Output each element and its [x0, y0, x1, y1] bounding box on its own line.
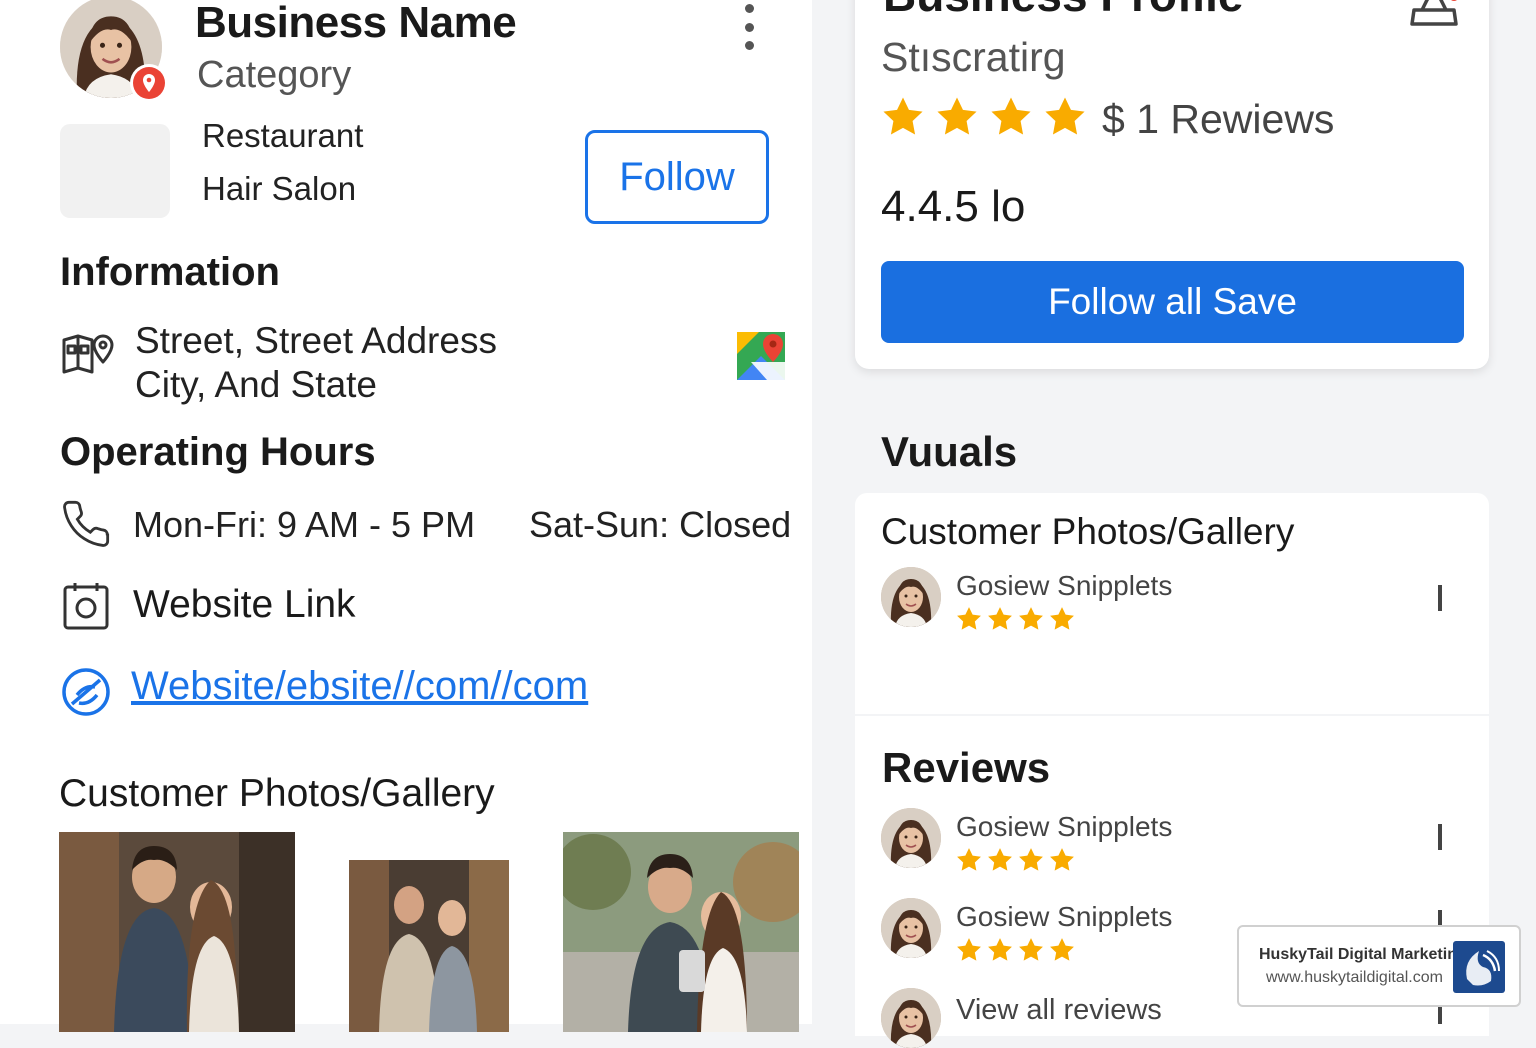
visuals-heading: Vuuals [881, 428, 1018, 475]
website-link-label: Website Link [133, 583, 356, 626]
link-icon [60, 666, 112, 718]
weekday-hours: Mon-Fri: 9 AM - 5 PM [133, 504, 476, 545]
profile-rating-stars [880, 92, 1090, 147]
reviewer-stars [955, 935, 1079, 970]
more-options-icon[interactable] [736, 4, 762, 50]
gallery-card-title: Customer Photos/Gallery [881, 511, 1295, 552]
watermark-badge: HuskyTail Digital Marketing www.huskytai… [1237, 925, 1521, 1007]
phone-icon [60, 498, 112, 550]
profile-subtitle: Stıscratirg [881, 34, 1066, 80]
watermark-url: www.huskytaildigital.com [1266, 969, 1443, 986]
rating-value: 4.4.5 lo [881, 182, 1026, 231]
avatar [881, 988, 941, 1048]
address-line-1: Street, Street Address [135, 320, 497, 361]
profile-title: Business Profile [883, 0, 1243, 22]
business-category: Category [197, 54, 352, 96]
reviewer-stars [955, 604, 1079, 639]
reviewer-name: Gosiew Snipplets [956, 811, 1173, 842]
reviewer-name: Gosiew Snipplets [956, 901, 1173, 932]
view-all-reviews-link[interactable]: View all reviews [956, 994, 1162, 1027]
business-name: Business Name [195, 0, 517, 47]
reviewer-name: Gosiew Snipplets [956, 570, 1173, 601]
avatar [881, 567, 941, 627]
scroll-indicator [1438, 585, 1442, 611]
operating-hours-heading: Operating Hours [60, 430, 376, 474]
calendar-icon [62, 581, 110, 631]
follow-all-save-button[interactable]: Follow all Save [881, 261, 1464, 343]
website-url-link[interactable]: Website/ebsite//com//com [131, 664, 588, 709]
gallery-photo[interactable] [349, 860, 509, 1032]
scroll-indicator [1438, 824, 1442, 850]
follow-button[interactable]: Follow [585, 130, 769, 224]
business-details-panel: Business Name Category Restaurant Hair S… [0, 0, 812, 1032]
gallery-heading: Customer Photos/Gallery [59, 772, 495, 815]
map-icon [60, 332, 116, 380]
gallery-photo[interactable] [59, 832, 295, 1032]
cart-icon[interactable] [1408, 0, 1464, 38]
category-item-hair-salon: Hair Salon [202, 170, 357, 207]
location-pin-icon [130, 64, 168, 102]
address-line-2: City, And State [135, 364, 377, 405]
review-count: $ 1 Rewiews [1102, 96, 1335, 142]
watermark-name: HuskyTail Digital Marketing [1259, 946, 1467, 963]
gallery-photo[interactable] [563, 832, 799, 1032]
business-avatar[interactable] [60, 0, 168, 102]
image-placeholder [60, 124, 170, 218]
weekend-hours: Sat-Sun: Closed [529, 504, 792, 545]
reviews-heading: Reviews [882, 744, 1051, 791]
information-heading: Information [60, 250, 280, 294]
husky-logo-icon [1453, 941, 1505, 993]
avatar [881, 808, 941, 868]
google-maps-icon[interactable] [737, 332, 785, 380]
reviewer-stars [955, 845, 1079, 880]
avatar [881, 898, 941, 958]
category-item-restaurant: Restaurant [202, 117, 364, 154]
